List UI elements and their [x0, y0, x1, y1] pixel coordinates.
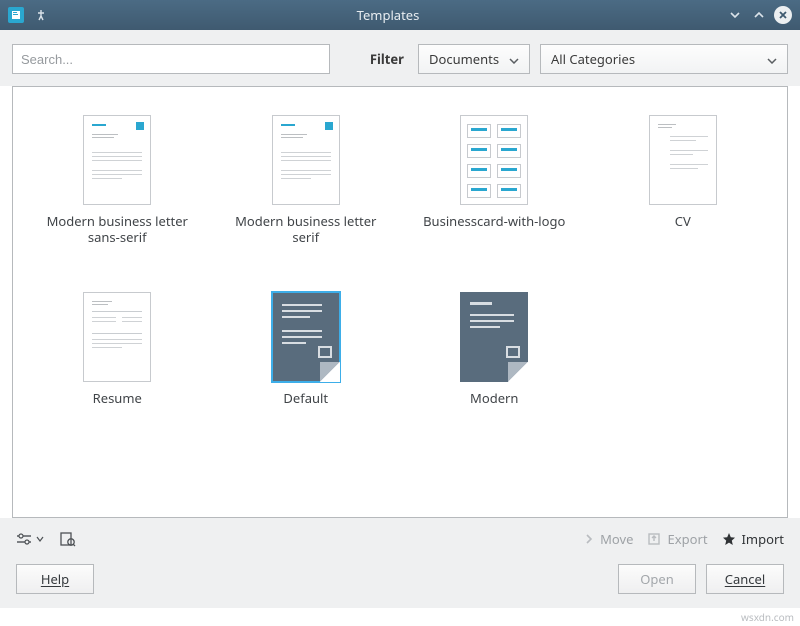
titlebar: Templates: [0, 0, 800, 30]
help-label: Help: [41, 570, 69, 588]
template-label: Modern business letter sans-serif: [43, 213, 192, 246]
template-item[interactable]: CV: [609, 115, 758, 246]
sliders-icon: [16, 532, 34, 546]
pin-icon[interactable]: [32, 6, 50, 24]
filter-type-dropdown[interactable]: Documents: [418, 44, 530, 74]
template-thumbnail: [649, 115, 717, 205]
chevron-down-icon: [767, 50, 777, 68]
filter-label: Filter: [370, 50, 408, 68]
attribution: wsxdn.com: [741, 610, 794, 624]
open-button[interactable]: Open: [618, 564, 696, 594]
template-label: Resume: [93, 390, 142, 422]
toolbar: Filter Documents All Categories: [0, 30, 800, 86]
export-label: Export: [667, 530, 707, 548]
template-label: CV: [675, 213, 691, 245]
star-icon: [722, 532, 736, 546]
filter-category-dropdown[interactable]: All Categories: [540, 44, 788, 74]
action-bar: Move Export Import: [0, 518, 800, 548]
cancel-label: Cancel: [725, 570, 765, 588]
browse-button[interactable]: [58, 531, 76, 547]
app-icon: [8, 7, 24, 23]
export-icon: [647, 532, 661, 546]
template-item[interactable]: Businesscard-with-logo: [420, 115, 569, 246]
export-button: Export: [647, 530, 707, 548]
import-label: Import: [742, 530, 784, 548]
filter-type-value: Documents: [429, 50, 509, 68]
template-item[interactable]: Modern business letter sans-serif: [43, 115, 192, 246]
maximize-button[interactable]: [750, 6, 768, 24]
template-item[interactable]: Default: [232, 292, 381, 422]
open-label: Open: [640, 570, 674, 588]
button-bar: Help Open Cancel: [0, 548, 800, 608]
template-thumbnail: [272, 292, 340, 382]
minimize-button[interactable]: [726, 6, 744, 24]
cancel-button[interactable]: Cancel: [706, 564, 784, 594]
move-button: Move: [584, 530, 633, 548]
chevron-down-icon: [509, 50, 519, 68]
template-thumbnail: [83, 115, 151, 205]
template-thumbnail: [83, 292, 151, 382]
template-thumbnail: [272, 115, 340, 205]
import-button[interactable]: Import: [722, 530, 784, 548]
template-item[interactable]: Resume: [43, 292, 192, 422]
template-label: Default: [283, 390, 328, 422]
template-thumbnail: [460, 292, 528, 382]
close-button[interactable]: [774, 6, 792, 24]
template-label: Modern: [470, 390, 518, 422]
filter-category-value: All Categories: [551, 50, 767, 68]
chevron-down-icon: [36, 535, 44, 543]
settings-button[interactable]: [16, 532, 44, 546]
template-item[interactable]: Modern: [420, 292, 569, 422]
search-input[interactable]: [12, 44, 330, 74]
chevron-right-icon: [584, 533, 594, 545]
templates-panel: Modern business letter sans-serif Modern …: [12, 86, 788, 518]
template-item[interactable]: Modern business letter serif: [232, 115, 381, 246]
help-button[interactable]: Help: [16, 564, 94, 594]
window-title: Templates: [50, 6, 726, 24]
move-label: Move: [600, 530, 633, 548]
template-label: Businesscard-with-logo: [423, 213, 565, 245]
template-thumbnail: [460, 115, 528, 205]
browse-icon: [58, 531, 76, 547]
template-label: Modern business letter serif: [232, 213, 381, 246]
